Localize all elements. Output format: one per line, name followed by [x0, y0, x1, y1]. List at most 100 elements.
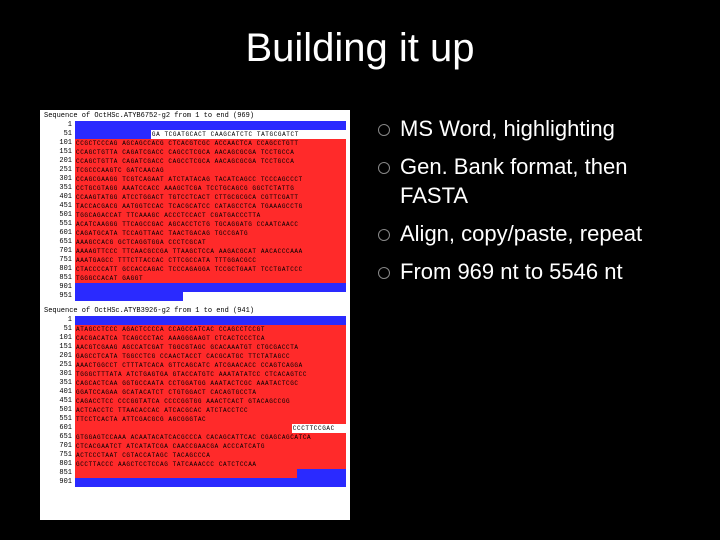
seq-seg-text: CTCACGAATCT ATCATATCGA CAACCGAACGA ACCCA…	[75, 442, 346, 451]
seq-line: 1	[50, 316, 346, 325]
seq-line: 51GA TCGATGCACT CAAGCATCTC TATGCGATCT	[50, 130, 346, 139]
seq-seg-text: TACCACGACG AATGGTCCAC TCACGCATCC CATAGCC…	[75, 202, 346, 211]
seq-line-num: 701	[50, 442, 75, 451]
seq-seg-red: ATAGCCTCCC AGACTCCCCA CCAGCCATCAC CCAGCC…	[75, 325, 346, 334]
seq-seg-text: CCAGCTGTTA CAGATCGACC CAGCCTCGCA AACAGCG…	[75, 157, 346, 166]
bullet-list: MS Word, highlighting Gen. Bank format, …	[370, 110, 700, 520]
seq-line: 51ATAGCCTCCC AGACTCCCCA CCAGCCATCAC CCAG…	[50, 325, 346, 334]
seq-line-bar: CCCTTCCGAC	[75, 424, 346, 433]
seq-line-num: 1	[50, 316, 75, 325]
slide-title: Building it up	[0, 26, 720, 71]
seq-seg-red: ACTCCCTAAT CGTACCATAGC TACAGCCCA	[75, 451, 346, 460]
seq-line: 501ACTCACCTC TTAACACCAC ATCACGCAC ATCTAC…	[50, 406, 346, 415]
seq-seg-red: CAGATGCATA TCCAGTTAAC TAACTGACAG TGCCGAT…	[75, 229, 346, 238]
seq-seg-red: CTACCCCATT GCCACCAGAC TCCCAGAGGA TCCGCTG…	[75, 265, 346, 274]
bullet-text: Align, copy/paste, repeat	[400, 221, 642, 246]
seq-line-num: 401	[50, 193, 75, 202]
seq-line-num: 951	[50, 292, 75, 301]
seq-line: 851TGGGCCACAT GAGGT	[50, 274, 346, 283]
seq-line-bar: GGATCCAGAA GCATACATCT CTGTGGACT CACAGTGC…	[75, 388, 346, 397]
seq-line-num: 351	[50, 184, 75, 193]
bullet-icon	[378, 267, 390, 279]
seq-line-bar: AAATGAGCC TTTCTTACCAC CTTCGCCATA TTTGGAC…	[75, 256, 346, 265]
seq-line-num: 51	[50, 325, 75, 334]
seq-line-num: 451	[50, 397, 75, 406]
seq-line: 451TACCACGACG AATGGTCCAC TCACGCATCC CATA…	[50, 202, 346, 211]
seq-line-bar: CTACCCCATT GCCACCAGAC TCCCAGAGGA TCCGCTG…	[75, 265, 346, 274]
seq-seg-red: CAGCACTCAA GGTGCCAATA CCTGGATGG AAATACTC…	[75, 379, 346, 388]
seq-line: 901	[50, 478, 346, 487]
seq-block2-header: Sequence of OctHSc.ATYB3926-g2 from 1 to…	[40, 305, 350, 316]
seq-line-num: 251	[50, 361, 75, 370]
seq-seg-red: TTCCTCACTA ATTCGACGCG AGCGGGTAC	[75, 415, 346, 424]
seq-seg-red: TGGGCTTTATA ATCTGAGTGA GTACCATGTC AAATAT…	[75, 370, 346, 379]
seq-seg-text: CCAGCGAAGG TCGTCAGAAT ATCTATACAG TACATCA…	[75, 175, 346, 184]
seq-seg-text: ACTCCCTAAT CGTACCATAGC TACAGCCCA	[75, 451, 346, 460]
seq-seg-text: GAGCCTCATA TGGCCTCG CCAACTACCT CACGCATGC…	[75, 352, 346, 361]
seq-line: 351CCTGCGTAGG AAATCCACC AAAGCTCGA TCCTGC…	[50, 184, 346, 193]
seq-line-num: 651	[50, 433, 75, 442]
seq-line-num: 551	[50, 415, 75, 424]
seq-line: 651AAAGCCACG GCTCAGGTGGA CCCTCGCAT	[50, 238, 346, 247]
seq-line: 351CAGCACTCAA GGTGCCAATA CCTGGATGG AAATA…	[50, 379, 346, 388]
seq-line-bar: CACGACATCA TCAGCCCTAC AAAGGGAAGT CTCACTC…	[75, 334, 346, 343]
seq-seg-red: AAAGCCACG GCTCAGGTGGA CCCTCGCAT	[75, 238, 346, 247]
seq-line-bar: GAGCCTCATA TGGCCTCG CCAACTACCT CACGCATGC…	[75, 352, 346, 361]
seq-seg-text: GGATCCAGAA GCATACATCT CTGTGGACT CACAGTGC…	[75, 388, 346, 397]
seq-seg-text: CACGACATCA TCAGCCCTAC AAAGGGAAGT CTCACTC…	[75, 334, 346, 343]
seq-line-bar: ACATCAAGGG TTCAGCCGAC AGCACCTCTG TGCAGGA…	[75, 220, 346, 229]
seq-line: 551TTCCTCACTA ATTCGACGCG AGCGGGTAC	[50, 415, 346, 424]
seq-line-num: 801	[50, 460, 75, 469]
seq-line: 201CCAGCTGTTA CAGATCGACC CAGCCTCGCA AACA…	[50, 157, 346, 166]
seq-seg-red: CCGCTCCCAG AGCAGCCACG CTCACGTCGC ACCAACT…	[75, 139, 346, 148]
seq-line: 651GTGGAGTCCAAA ACAATACATCACGCCCA CACAGC…	[50, 433, 346, 442]
slide: Building it up Sequence of OctHSc.ATYB67…	[0, 0, 720, 540]
seq-seg-text: AAAGCCACG GCTCAGGTGGA CCCTCGCAT	[75, 238, 346, 247]
seq-seg-red: CACGACATCA TCAGCCCTAC AAAGGGAAGT CTCACTC…	[75, 334, 346, 343]
seq-line-bar: CCTGCGTAGG AAATCCACC AAAGCTCGA TCCTGCAGC…	[75, 184, 346, 193]
seq-line-num: 201	[50, 157, 75, 166]
seq-line: 601 CCCTTCCGAC	[50, 424, 346, 433]
seq-seg-red: AACGTCGAAG AGCCATCGAT TGGCGTAGC GCACAAAT…	[75, 343, 346, 352]
seq-line-num: 901	[50, 478, 75, 487]
bullet-item: Gen. Bank format, then FASTA	[374, 152, 700, 211]
seq-line-num: 751	[50, 256, 75, 265]
seq-line-bar: CCAGCTGTTA CAGATCGACC CAGCCTCGCA AACAGCG…	[75, 148, 346, 157]
seq-seg-red: GAGCCTCATA TGGCCTCG CCAACTACCT CACGCATGC…	[75, 352, 346, 361]
seq-seg-text: CAGACCTCC CCCGGTATCA CCCCGGTGG AAACTCACT…	[75, 397, 346, 406]
seq-line-bar	[75, 121, 346, 130]
seq-line-bar: ATAGCCTCCC AGACTCCCCA CCAGCCATCAC CCAGCC…	[75, 325, 346, 334]
seq-seg-red: GGATCCAGAA GCATACATCT CTGTGGACT CACAGTGC…	[75, 388, 346, 397]
seq-seg-text: TCGCCCAAGTC GATCAACAG	[75, 166, 346, 175]
seq-seg-red: AAACTGGCCT CTTTATCACA GTTCAGCATC ATCGAAC…	[75, 361, 346, 370]
seq-line: 751ACTCCCTAAT CGTACCATAGC TACAGCCCA	[50, 451, 346, 460]
seq-line: 101CCGCTCCCAG AGCAGCCACG CTCACGTCGC ACCA…	[50, 139, 346, 148]
seq-seg-white: GA TCGATGCACT CAAGCATCTC TATGCGATCT	[151, 130, 346, 139]
seq-line: 901	[50, 283, 346, 292]
seq-line-num: 451	[50, 202, 75, 211]
seq-line-num: 851	[50, 274, 75, 283]
seq-seg-text: CAGCACTCAA GGTGCCAATA CCTGGATGG AAATACTC…	[75, 379, 346, 388]
seq-line-bar	[75, 478, 346, 487]
seq-seg-red: CCAGCTGTTA CAGATCGACC CAGCCTCGCA AACAGCG…	[75, 157, 346, 166]
seq-seg-red: CCAAGTATGG ATCCTGGACT TGTCCTCACT CTTGCGC…	[75, 193, 346, 202]
seq-line: 401CCAAGTATGG ATCCTGGACT TGTCCTCACT CTTG…	[50, 193, 346, 202]
seq-line-num: 301	[50, 175, 75, 184]
seq-seg-text: CCAGCTGTTA CAGATCGACC CAGCCTCGCA AACAGCG…	[75, 148, 346, 157]
seq-line-bar: GA TCGATGCACT CAAGCATCTC TATGCGATCT	[75, 130, 346, 139]
seq-seg-text: TGGGCTTTATA ATCTGAGTGA GTACCATGTC AAATAT…	[75, 370, 346, 379]
seq-line: 301TGGGCTTTATA ATCTGAGTGA GTACCATGTC AAA…	[50, 370, 346, 379]
seq-line-num: 101	[50, 139, 75, 148]
seq-seg-white: CCCTTCCGAC	[292, 424, 346, 433]
slide-content: Sequence of OctHSc.ATYB6752-g2 from 1 to…	[40, 110, 700, 520]
seq-seg-red: CTCACGAATCT ATCATATCGA CAACCGAACGA ACCCA…	[75, 442, 346, 451]
seq-line-num: 201	[50, 352, 75, 361]
seq-line-num: 901	[50, 283, 75, 292]
seq-line: 851	[50, 469, 346, 478]
seq-block1-header: Sequence of OctHSc.ATYB6752-g2 from 1 to…	[40, 110, 350, 121]
seq-seg-blue	[75, 292, 183, 301]
seq-line-bar: AAACTGGCCT CTTTATCACA GTTCAGCATC ATCGAAC…	[75, 361, 346, 370]
seq-line-num: 601	[50, 229, 75, 238]
bullet-icon	[378, 162, 390, 174]
seq-line-bar	[75, 292, 346, 301]
